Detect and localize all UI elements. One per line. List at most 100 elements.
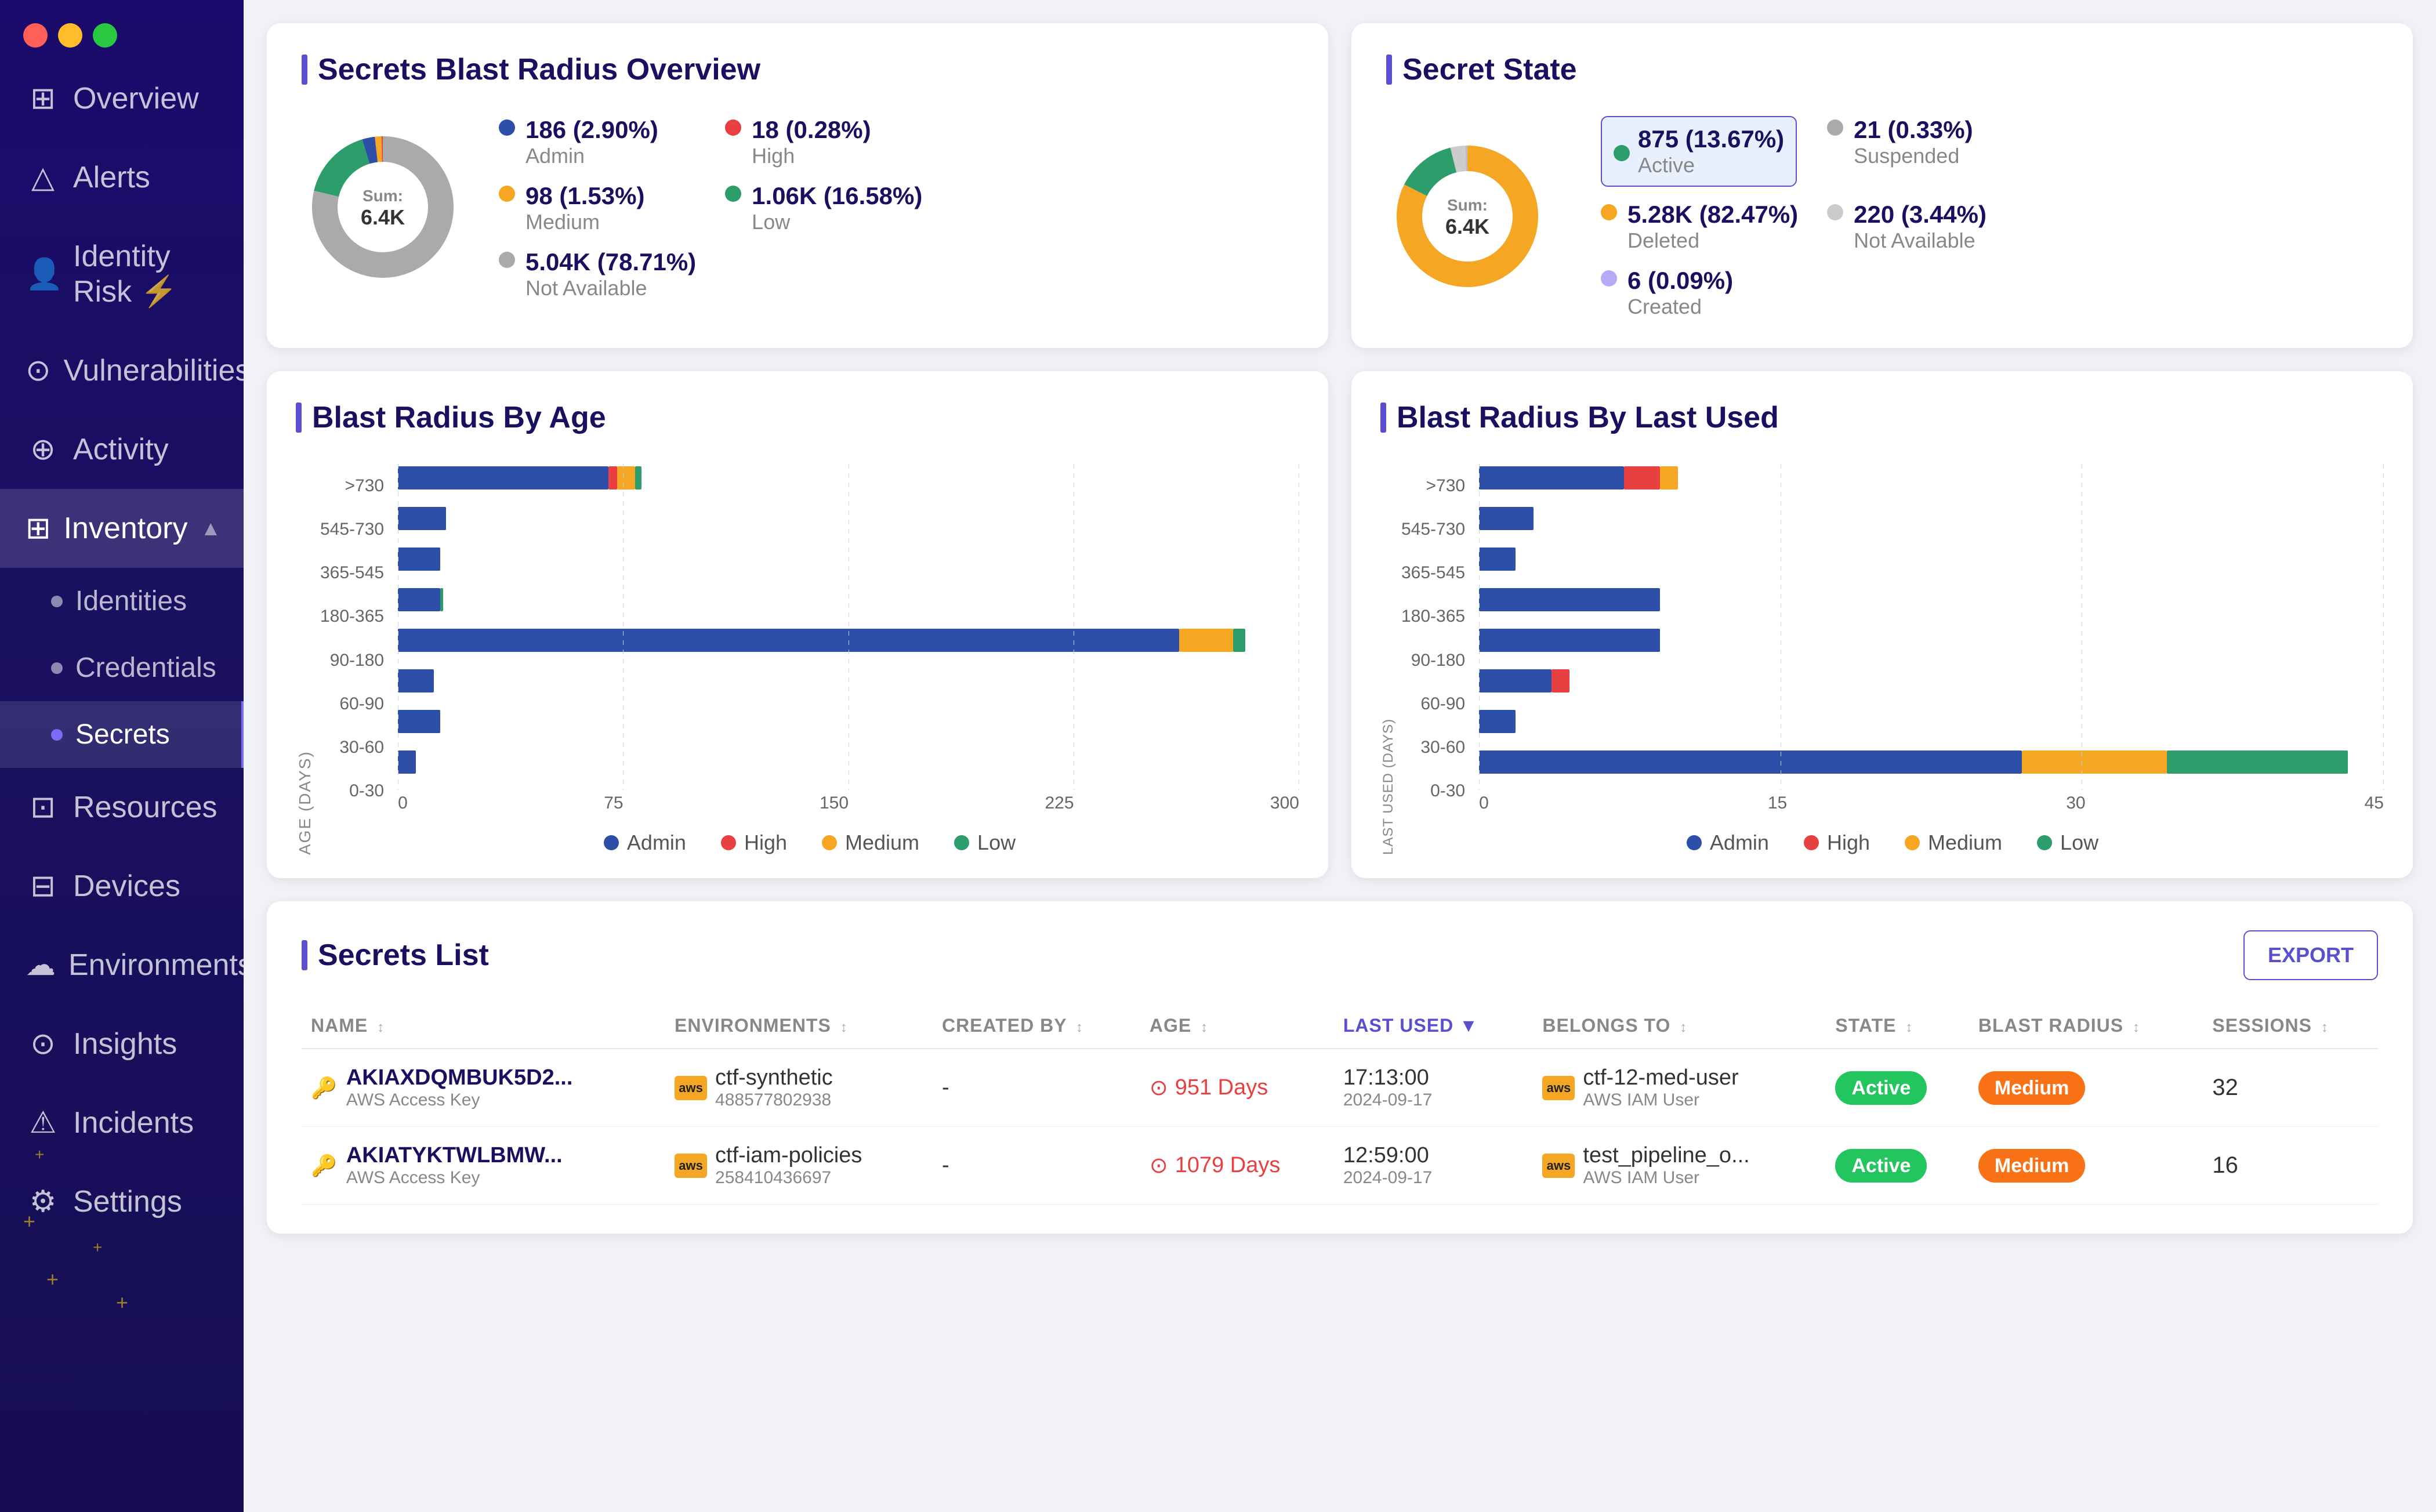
time-sub-2: 2024-09-17 bbox=[1343, 1168, 1524, 1188]
bar-admin bbox=[1479, 669, 1552, 692]
sidebar-item-label: Inventory bbox=[64, 511, 188, 546]
sidebar-item-label: Environments bbox=[68, 948, 244, 982]
bar-high bbox=[608, 466, 618, 490]
na-value: 5.04K (78.71%) bbox=[525, 248, 696, 276]
env-main-2: ctf-iam-policies bbox=[715, 1143, 862, 1168]
na-label: Not Available bbox=[525, 276, 696, 300]
inventory-icon: ⊞ bbox=[26, 511, 51, 546]
legend-medium: Medium bbox=[822, 831, 919, 855]
traffic-lights bbox=[0, 0, 244, 59]
cell-created-1: - bbox=[933, 1049, 1140, 1127]
bar-medium bbox=[617, 466, 635, 490]
sidebar-item-overview[interactable]: ⊞ Overview bbox=[0, 59, 244, 138]
y-label: 90-180 bbox=[1401, 644, 1465, 677]
sidebar-item-incidents[interactable]: ⚠ Incidents bbox=[0, 1083, 244, 1162]
col-belongs-to[interactable]: BELONGS TO ↕ bbox=[1533, 1003, 1826, 1049]
col-environments[interactable]: ENVIRONMENTS ↕ bbox=[665, 1003, 933, 1049]
col-sessions[interactable]: SESSIONS ↕ bbox=[2203, 1003, 2378, 1049]
sidebar-item-label: Activity bbox=[73, 432, 218, 467]
sidebar-item-label: Vulnerabilities bbox=[64, 353, 244, 388]
sidebar-item-resources[interactable]: ⊡ Resources bbox=[0, 768, 244, 847]
blast-radius-overview-title: Secrets Blast Radius Overview bbox=[302, 52, 1293, 87]
col-created-by[interactable]: CREATED BY ↕ bbox=[933, 1003, 1140, 1049]
col-age[interactable]: AGE ↕ bbox=[1140, 1003, 1334, 1049]
col-blast-radius[interactable]: BLAST RADIUS ↕ bbox=[1969, 1003, 2203, 1049]
cell-created-2: - bbox=[933, 1127, 1140, 1205]
bars-area-lu: 0 15 30 45 bbox=[1479, 464, 2384, 813]
legend-high-label: High bbox=[744, 831, 787, 855]
bar-low bbox=[635, 466, 641, 490]
table-header-row: NAME ↕ ENVIRONMENTS ↕ CREATED BY ↕ AGE ↕… bbox=[302, 1003, 2378, 1049]
devices-icon: ⊟ bbox=[26, 869, 60, 904]
sidebar-subitem-label: Identities bbox=[75, 585, 187, 617]
export-button[interactable]: EXPORT bbox=[2243, 930, 2378, 980]
belongs-main-1: ctf-12-med-user bbox=[1583, 1065, 1738, 1090]
sidebar-item-credentials[interactable]: Credentials bbox=[0, 634, 244, 701]
sidebar-item-devices[interactable]: ⊟ Devices bbox=[0, 847, 244, 926]
time-cell-1: 17:13:00 2024-09-17 bbox=[1343, 1065, 1524, 1110]
legend-high-dot-lu bbox=[1804, 835, 1819, 850]
secret-state-donut-section: Sum: 6.4K 875 (13.67%) bbox=[1386, 116, 2378, 319]
close-button[interactable] bbox=[23, 23, 48, 48]
blast-by-age-chart-area: AGE (DAYS) >730 545-730 365-545 180-365 … bbox=[296, 464, 1299, 855]
secrets-list-card: Secrets List EXPORT NAME ↕ ENVIRONMENTS … bbox=[267, 901, 2413, 1234]
admin-value: 186 (2.90%) bbox=[525, 116, 658, 144]
legend-admin-dot-lu bbox=[1687, 835, 1702, 850]
key-icon-2: 🔑 bbox=[311, 1154, 337, 1178]
minimize-button[interactable] bbox=[58, 23, 82, 48]
bar-row-365-545 bbox=[398, 545, 1299, 573]
sidebar: ⊞ Overview △ Alerts 👤 Identity Risk ⚡ ⊙ … bbox=[0, 0, 244, 1512]
bar-chart-cards-row: Blast Radius By Age AGE (DAYS) >730 545-… bbox=[267, 371, 2413, 878]
sort-icon-age: ↕ bbox=[1201, 1020, 1208, 1035]
sidebar-item-alerts[interactable]: △ Alerts bbox=[0, 138, 244, 217]
col-state[interactable]: STATE ↕ bbox=[1826, 1003, 1969, 1049]
sort-icon-created: ↕ bbox=[1076, 1020, 1083, 1035]
col-name[interactable]: NAME ↕ bbox=[302, 1003, 665, 1049]
sidebar-item-identities[interactable]: Identities bbox=[0, 568, 244, 634]
cell-env-1: aws ctf-synthetic 488577802938 bbox=[665, 1049, 933, 1127]
belongs-text-1: ctf-12-med-user AWS IAM User bbox=[1583, 1065, 1738, 1110]
sidebar-item-insights[interactable]: ⊙ Insights bbox=[0, 1005, 244, 1083]
maximize-button[interactable] bbox=[93, 23, 117, 48]
legend-low-lu: Low bbox=[2037, 831, 2098, 855]
title-bar-accent bbox=[302, 55, 307, 85]
y-label: 545-730 bbox=[1401, 513, 1465, 546]
secret-state-donut-center: Sum: 6.4K bbox=[1445, 196, 1489, 239]
low-value: 1.06K (16.58%) bbox=[752, 182, 922, 210]
bar-row-0-30 bbox=[398, 748, 1299, 776]
sidebar-item-identity-risk[interactable]: 👤 Identity Risk ⚡ bbox=[0, 217, 244, 331]
legend-item-deleted: 5.28K (82.47%) Deleted bbox=[1601, 201, 1798, 253]
sidebar-item-secrets[interactable]: Secrets bbox=[0, 701, 244, 768]
cell-belongs-1: aws ctf-12-med-user AWS IAM User bbox=[1533, 1049, 1826, 1127]
sidebar-item-label: Identity Risk ⚡ bbox=[73, 239, 218, 309]
active-highlight-box: 875 (13.67%) Active bbox=[1601, 116, 1797, 187]
sidebar-item-activity[interactable]: ⊕ Activity bbox=[0, 410, 244, 489]
deleted-dot bbox=[1601, 204, 1617, 220]
y-label: 30-60 bbox=[1401, 731, 1465, 764]
cell-belongs-2: aws test_pipeline_o... AWS IAM User bbox=[1533, 1127, 1826, 1205]
title-bar-accent bbox=[296, 403, 302, 433]
medium-value: 98 (1.53%) bbox=[525, 182, 644, 210]
table-row: 🔑 AKIAXDQMBUK5D2... AWS Access Key aws bbox=[302, 1049, 2378, 1127]
aws-icon-2: aws bbox=[675, 1154, 707, 1178]
sidebar-item-label: Insights bbox=[73, 1027, 218, 1061]
sidebar-item-inventory[interactable]: ⊞ Inventory ▲ bbox=[0, 489, 244, 568]
env-cell-text-2: ctf-iam-policies 258410436697 bbox=[715, 1143, 862, 1188]
x-label: 225 bbox=[1045, 793, 1074, 813]
name-cell-text-2: AKIATYKTWLBMW... AWS Access Key bbox=[346, 1143, 563, 1188]
blast-radius-overview-label: Secrets Blast Radius Overview bbox=[318, 52, 760, 87]
blast-by-age-inner: >730 545-730 365-545 180-365 90-180 60-9… bbox=[320, 464, 1299, 855]
name-cell-content-2: 🔑 AKIATYKTWLBMW... AWS Access Key bbox=[311, 1143, 656, 1188]
sidebar-item-environments[interactable]: ☁ Environments bbox=[0, 926, 244, 1005]
sidebar-item-vulnerabilities[interactable]: ⊙ Vulnerabilities bbox=[0, 331, 244, 410]
key-icon-1: 🔑 bbox=[311, 1076, 337, 1100]
env-sub-1: 488577802938 bbox=[715, 1090, 833, 1110]
legend-low-dot bbox=[954, 835, 969, 850]
sidebar-item-settings[interactable]: ⚙ Settings bbox=[0, 1162, 244, 1241]
main-content: Secrets Blast Radius Overview bbox=[244, 0, 2436, 1512]
belongs-aws-icon-1: aws bbox=[1542, 1076, 1575, 1100]
sidebar-item-label: Devices bbox=[73, 869, 218, 904]
legend-high: High bbox=[721, 831, 787, 855]
legend-item-admin: 186 (2.90%) Admin bbox=[499, 116, 696, 168]
col-last-used[interactable]: LAST USED ▼ bbox=[1334, 1003, 1534, 1049]
